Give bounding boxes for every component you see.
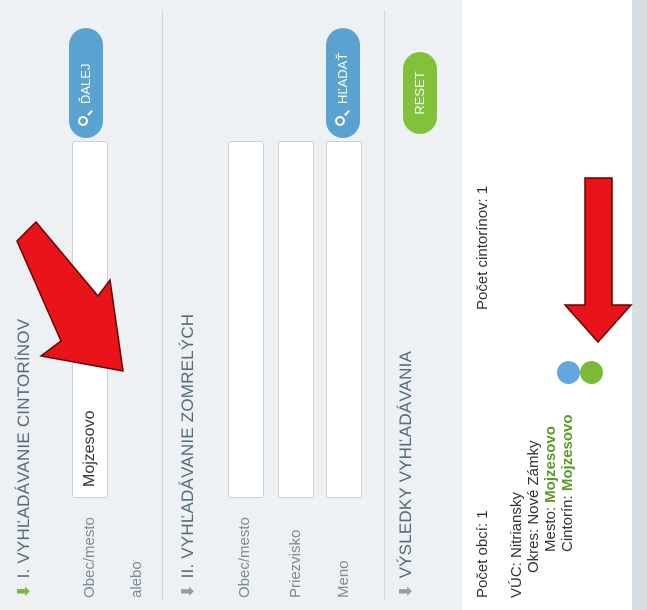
red-arrow-icon [563,177,633,344]
screenshot-stage: ⬇I. VYHĽADÁVANIE CINTORÍNOV Obec/mesto a… [0,0,647,610]
red-arrow-icon [16,220,124,372]
annotation-arrows [16,177,633,372]
